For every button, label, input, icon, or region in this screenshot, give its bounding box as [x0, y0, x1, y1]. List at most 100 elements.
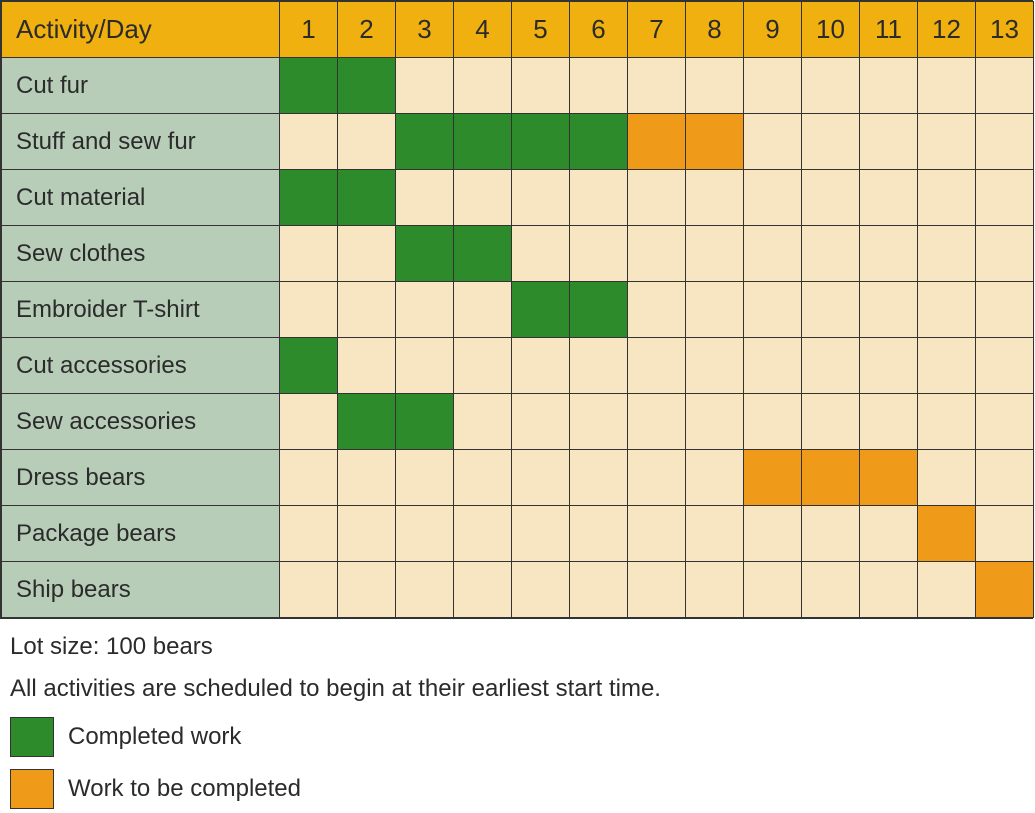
gantt-cell	[860, 338, 918, 394]
gantt-cell	[512, 562, 570, 618]
activity-name-cell: Sew clothes	[2, 226, 280, 282]
gantt-cell	[570, 114, 628, 170]
gantt-row: Dress bears	[2, 450, 1034, 506]
gantt-cell	[570, 170, 628, 226]
gantt-cell	[802, 562, 860, 618]
gantt-cell	[338, 114, 396, 170]
gantt-cell	[686, 114, 744, 170]
gantt-cell	[280, 394, 338, 450]
day-header: 2	[338, 2, 396, 58]
gantt-cell	[918, 506, 976, 562]
gantt-cell	[860, 562, 918, 618]
gantt-cell	[802, 282, 860, 338]
activity-name-cell: Stuff and sew fur	[2, 114, 280, 170]
gantt-cell	[686, 226, 744, 282]
legend-completed: Completed work	[10, 717, 1025, 757]
gantt-cell	[570, 58, 628, 114]
day-header: 11	[860, 2, 918, 58]
day-header: 4	[454, 2, 512, 58]
gantt-cell	[628, 562, 686, 618]
day-header: 1	[280, 2, 338, 58]
gantt-cell	[454, 338, 512, 394]
gantt-cell	[860, 506, 918, 562]
gantt-cell	[976, 450, 1034, 506]
day-header: 9	[744, 2, 802, 58]
day-header: 7	[628, 2, 686, 58]
gantt-cell	[570, 394, 628, 450]
gantt-cell	[686, 450, 744, 506]
gantt-cell	[512, 394, 570, 450]
gantt-cell	[454, 562, 512, 618]
legend-swatch-todo	[10, 769, 54, 809]
gantt-cell	[918, 226, 976, 282]
gantt-cell	[280, 562, 338, 618]
day-header: 12	[918, 2, 976, 58]
gantt-cell	[512, 170, 570, 226]
gantt-cell	[860, 394, 918, 450]
activity-day-header: Activity/Day	[2, 2, 280, 58]
gantt-cell	[338, 562, 396, 618]
gantt-cell	[918, 394, 976, 450]
gantt-cell	[338, 506, 396, 562]
gantt-cell	[802, 394, 860, 450]
gantt-cell	[918, 170, 976, 226]
activity-name-cell: Package bears	[2, 506, 280, 562]
gantt-cell	[976, 338, 1034, 394]
gantt-cell	[802, 170, 860, 226]
lot-size-text: Lot size: 100 bears	[10, 633, 1025, 661]
gantt-row: Sew accessories	[2, 394, 1034, 450]
gantt-cell	[628, 506, 686, 562]
gantt-row: Package bears	[2, 506, 1034, 562]
day-header: 3	[396, 2, 454, 58]
gantt-table: Activity/Day 12345678910111213 Cut furSt…	[1, 1, 1034, 618]
gantt-row: Sew clothes	[2, 226, 1034, 282]
gantt-cell	[338, 170, 396, 226]
gantt-cell	[454, 226, 512, 282]
gantt-cell	[802, 338, 860, 394]
gantt-cell	[976, 282, 1034, 338]
activity-name-cell: Dress bears	[2, 450, 280, 506]
gantt-cell	[744, 170, 802, 226]
gantt-cell	[628, 114, 686, 170]
gantt-cell	[628, 338, 686, 394]
gantt-cell	[744, 338, 802, 394]
gantt-cell	[396, 114, 454, 170]
gantt-cell	[280, 114, 338, 170]
gantt-cell	[570, 338, 628, 394]
gantt-cell	[976, 226, 1034, 282]
gantt-cell	[628, 282, 686, 338]
gantt-cell	[280, 338, 338, 394]
gantt-cell	[338, 394, 396, 450]
gantt-cell	[280, 58, 338, 114]
gantt-cell	[802, 226, 860, 282]
gantt-cell	[280, 506, 338, 562]
gantt-row: Embroider T-shirt	[2, 282, 1034, 338]
gantt-cell	[396, 562, 454, 618]
gantt-cell	[280, 226, 338, 282]
gantt-cell	[744, 114, 802, 170]
gantt-cell	[512, 58, 570, 114]
gantt-cell	[338, 338, 396, 394]
day-header: 13	[976, 2, 1034, 58]
gantt-cell	[802, 450, 860, 506]
gantt-cell	[512, 282, 570, 338]
gantt-cell	[860, 226, 918, 282]
gantt-header-row: Activity/Day 12345678910111213	[2, 2, 1034, 58]
gantt-cell	[396, 226, 454, 282]
activity-name-cell: Cut accessories	[2, 338, 280, 394]
gantt-row: Cut fur	[2, 58, 1034, 114]
gantt-cell	[918, 58, 976, 114]
gantt-cell	[396, 170, 454, 226]
gantt-cell	[628, 450, 686, 506]
gantt-chart: Activity/Day 12345678910111213 Cut furSt…	[0, 0, 1033, 619]
gantt-cell	[744, 226, 802, 282]
gantt-cell	[918, 450, 976, 506]
activity-name-cell: Cut fur	[2, 58, 280, 114]
gantt-cell	[338, 226, 396, 282]
gantt-cell	[918, 338, 976, 394]
gantt-cell	[860, 170, 918, 226]
gantt-cell	[512, 450, 570, 506]
gantt-cell	[512, 114, 570, 170]
gantt-cell	[918, 562, 976, 618]
gantt-cell	[860, 282, 918, 338]
